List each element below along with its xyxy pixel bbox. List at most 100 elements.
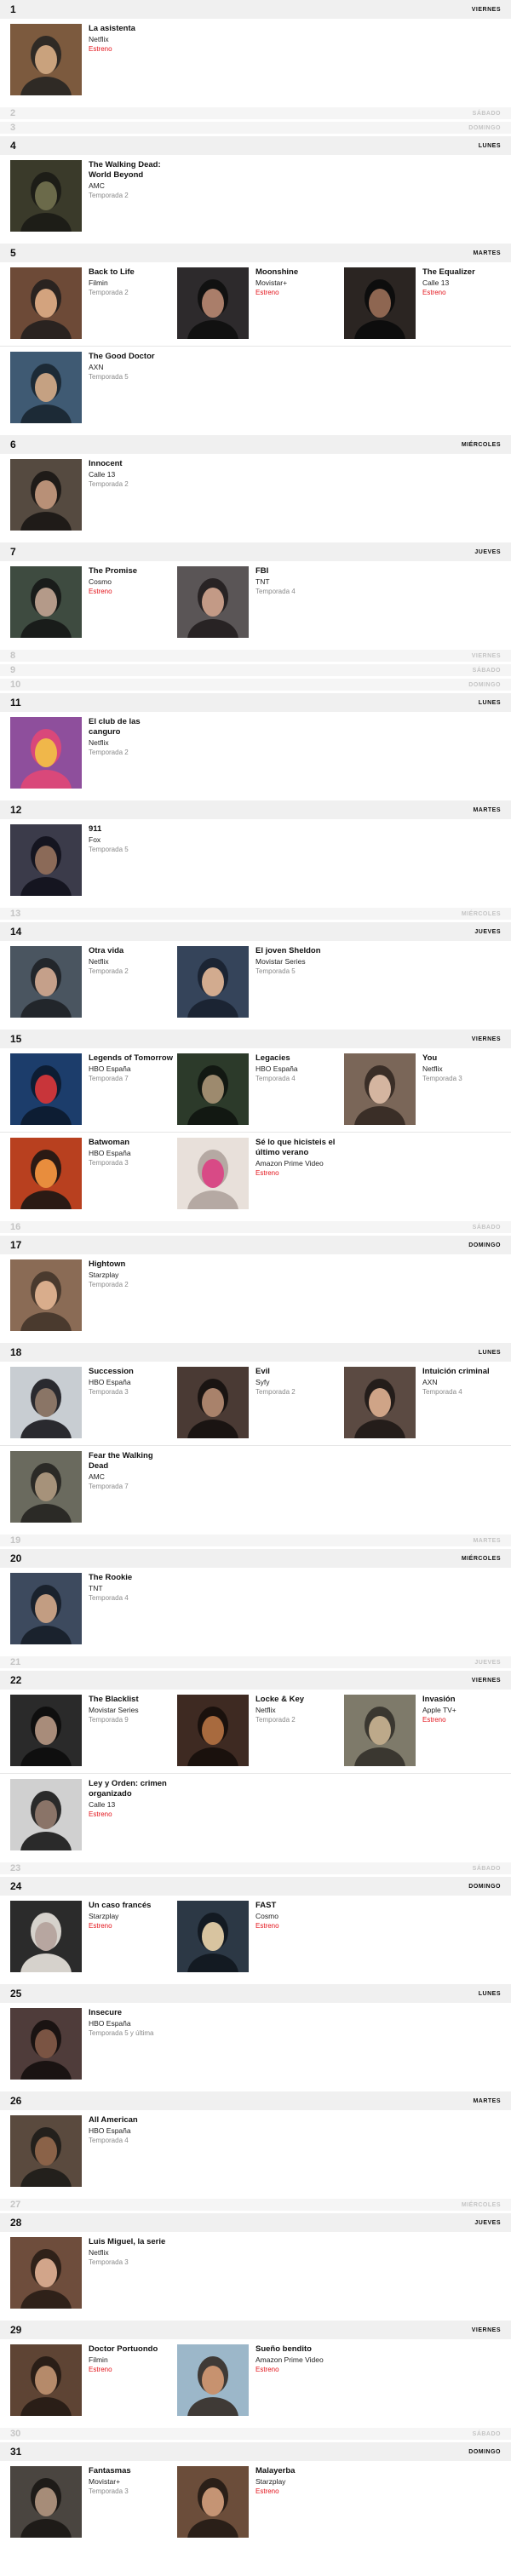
- show-poster[interactable]: [177, 2344, 249, 2416]
- show-poster[interactable]: [10, 2237, 82, 2309]
- show-card[interactable]: All American HBO España Temporada 4: [10, 2115, 177, 2194]
- show-card[interactable]: La asistenta Netflix Estreno: [10, 24, 177, 102]
- show-poster[interactable]: [10, 824, 82, 896]
- show-title[interactable]: FBI: [256, 566, 341, 577]
- show-title[interactable]: The Promise: [89, 566, 174, 577]
- show-card[interactable]: El club de las canguro Netflix Temporada 2: [10, 717, 177, 795]
- show-title[interactable]: Malayerba: [256, 2466, 341, 2476]
- show-title[interactable]: 911: [89, 824, 174, 835]
- show-poster[interactable]: [10, 1779, 82, 1850]
- show-poster[interactable]: [344, 267, 416, 339]
- show-card[interactable]: FBI TNT Temporada 4: [177, 566, 344, 645]
- show-poster[interactable]: [177, 566, 249, 638]
- show-title[interactable]: Legacies: [256, 1053, 341, 1064]
- show-title[interactable]: Moonshine: [256, 267, 341, 278]
- show-title[interactable]: The Walking Dead: World Beyond: [89, 160, 174, 181]
- show-card[interactable]: Fear the Walking Dead AMC Temporada 7: [10, 1451, 177, 1529]
- show-title[interactable]: Evil: [256, 1367, 341, 1377]
- show-card[interactable]: Otra vida Netflix Temporada 2: [10, 946, 177, 1024]
- show-title[interactable]: Invasión: [422, 1695, 508, 1705]
- show-title[interactable]: Fantasmas: [89, 2466, 174, 2476]
- show-card[interactable]: Intuición criminal AXN Temporada 4: [344, 1367, 511, 1445]
- show-card[interactable]: Insecure HBO España Temporada 5 y última: [10, 2008, 177, 2086]
- show-title[interactable]: The Good Doctor: [89, 352, 174, 362]
- show-card[interactable]: Succession HBO España Temporada 3: [10, 1367, 177, 1445]
- show-title[interactable]: The Blacklist: [89, 1695, 174, 1705]
- show-card[interactable]: Sé lo que hicisteis el último verano Amaz…: [177, 1138, 344, 1216]
- show-card[interactable]: Innocent Calle 13 Temporada 2: [10, 459, 177, 537]
- show-title[interactable]: Un caso francés: [89, 1901, 174, 1911]
- show-title[interactable]: Luis Miguel, la serie: [89, 2237, 174, 2247]
- show-poster[interactable]: [10, 459, 82, 531]
- show-card[interactable]: Malayerba Starzplay Estreno: [177, 2466, 344, 2544]
- show-poster[interactable]: [10, 267, 82, 339]
- show-poster[interactable]: [10, 717, 82, 789]
- show-card[interactable]: Doctor Portuondo Filmin Estreno: [10, 2344, 177, 2423]
- show-title[interactable]: Batwoman: [89, 1138, 174, 1148]
- show-card[interactable]: El joven Sheldon Movistar Series Temporada…: [177, 946, 344, 1024]
- show-card[interactable]: Ley y Orden: crimen organizado Calle 13 Es…: [10, 1779, 177, 1857]
- show-poster[interactable]: [177, 1138, 249, 1209]
- show-card[interactable]: Legacies HBO España Temporada 4: [177, 1053, 344, 1132]
- show-poster[interactable]: [10, 1451, 82, 1523]
- show-title[interactable]: Ley y Orden: crimen organizado: [89, 1779, 174, 1799]
- show-card[interactable]: Hightown Starzplay Temporada 2: [10, 1259, 177, 1338]
- show-poster[interactable]: [10, 2344, 82, 2416]
- show-title[interactable]: Fear the Walking Dead: [89, 1451, 174, 1472]
- show-title[interactable]: El joven Sheldon: [256, 946, 341, 956]
- show-title[interactable]: Sé lo que hicisteis el último verano: [256, 1138, 341, 1158]
- show-card[interactable]: Luis Miguel, la serie Netflix Temporada 3: [10, 2237, 177, 2315]
- show-title[interactable]: Doctor Portuondo: [89, 2344, 174, 2355]
- show-poster[interactable]: [10, 1259, 82, 1331]
- show-poster[interactable]: [10, 1573, 82, 1644]
- show-card[interactable]: The Promise Cosmo Estreno: [10, 566, 177, 645]
- show-title[interactable]: Succession: [89, 1367, 174, 1377]
- show-poster[interactable]: [10, 566, 82, 638]
- show-title[interactable]: El club de las canguro: [89, 717, 174, 737]
- show-card[interactable]: FAST Cosmo Estreno: [177, 1901, 344, 1979]
- show-card[interactable]: Fantasmas Movistar+ Temporada 3: [10, 2466, 177, 2544]
- show-card[interactable]: Invasión Apple TV+ Estreno: [344, 1695, 511, 1773]
- show-poster[interactable]: [10, 24, 82, 95]
- show-title[interactable]: You: [422, 1053, 508, 1064]
- show-card[interactable]: Back to Life Filmin Temporada 2: [10, 267, 177, 346]
- show-title[interactable]: Intuición criminal: [422, 1367, 508, 1377]
- show-card[interactable]: The Good Doctor AXN Temporada 5: [10, 352, 177, 430]
- show-card[interactable]: 911 Fox Temporada 5: [10, 824, 177, 903]
- show-title[interactable]: All American: [89, 2115, 174, 2126]
- show-title[interactable]: Sueño bendito: [256, 2344, 341, 2355]
- show-poster[interactable]: [177, 1695, 249, 1766]
- show-title[interactable]: Otra vida: [89, 946, 174, 956]
- show-poster[interactable]: [344, 1695, 416, 1766]
- show-title[interactable]: Hightown: [89, 1259, 174, 1270]
- show-poster[interactable]: [177, 946, 249, 1018]
- show-poster[interactable]: [344, 1053, 416, 1125]
- show-poster[interactable]: [10, 2466, 82, 2538]
- show-card[interactable]: Sueño bendito Amazon Prime Video Estreno: [177, 2344, 344, 2423]
- show-poster[interactable]: [10, 1053, 82, 1125]
- show-poster[interactable]: [10, 352, 82, 423]
- show-title[interactable]: The Equalizer: [422, 267, 508, 278]
- show-title[interactable]: FAST: [256, 1901, 341, 1911]
- show-poster[interactable]: [177, 1367, 249, 1438]
- show-title[interactable]: Insecure: [89, 2008, 174, 2018]
- show-poster[interactable]: [10, 946, 82, 1018]
- show-card[interactable]: Un caso francés Starzplay Estreno: [10, 1901, 177, 1979]
- show-title[interactable]: La asistenta: [89, 24, 174, 34]
- show-title[interactable]: Locke & Key: [256, 1695, 341, 1705]
- show-title[interactable]: Innocent: [89, 459, 174, 469]
- show-title[interactable]: Back to Life: [89, 267, 174, 278]
- show-poster[interactable]: [10, 1138, 82, 1209]
- show-poster[interactable]: [10, 2008, 82, 2080]
- show-poster[interactable]: [10, 1695, 82, 1766]
- show-card[interactable]: Batwoman HBO España Temporada 3: [10, 1138, 177, 1216]
- show-poster[interactable]: [10, 1367, 82, 1438]
- show-card[interactable]: The Blacklist Movistar Series Temporada 9: [10, 1695, 177, 1773]
- show-card[interactable]: The Walking Dead: World Beyond AMC Tempora…: [10, 160, 177, 238]
- show-poster[interactable]: [177, 1901, 249, 1972]
- show-card[interactable]: Locke & Key Netflix Temporada 2: [177, 1695, 344, 1773]
- show-poster[interactable]: [10, 2115, 82, 2187]
- show-card[interactable]: Moonshine Movistar+ Estreno: [177, 267, 344, 346]
- show-poster[interactable]: [10, 160, 82, 232]
- show-title[interactable]: The Rookie: [89, 1573, 174, 1583]
